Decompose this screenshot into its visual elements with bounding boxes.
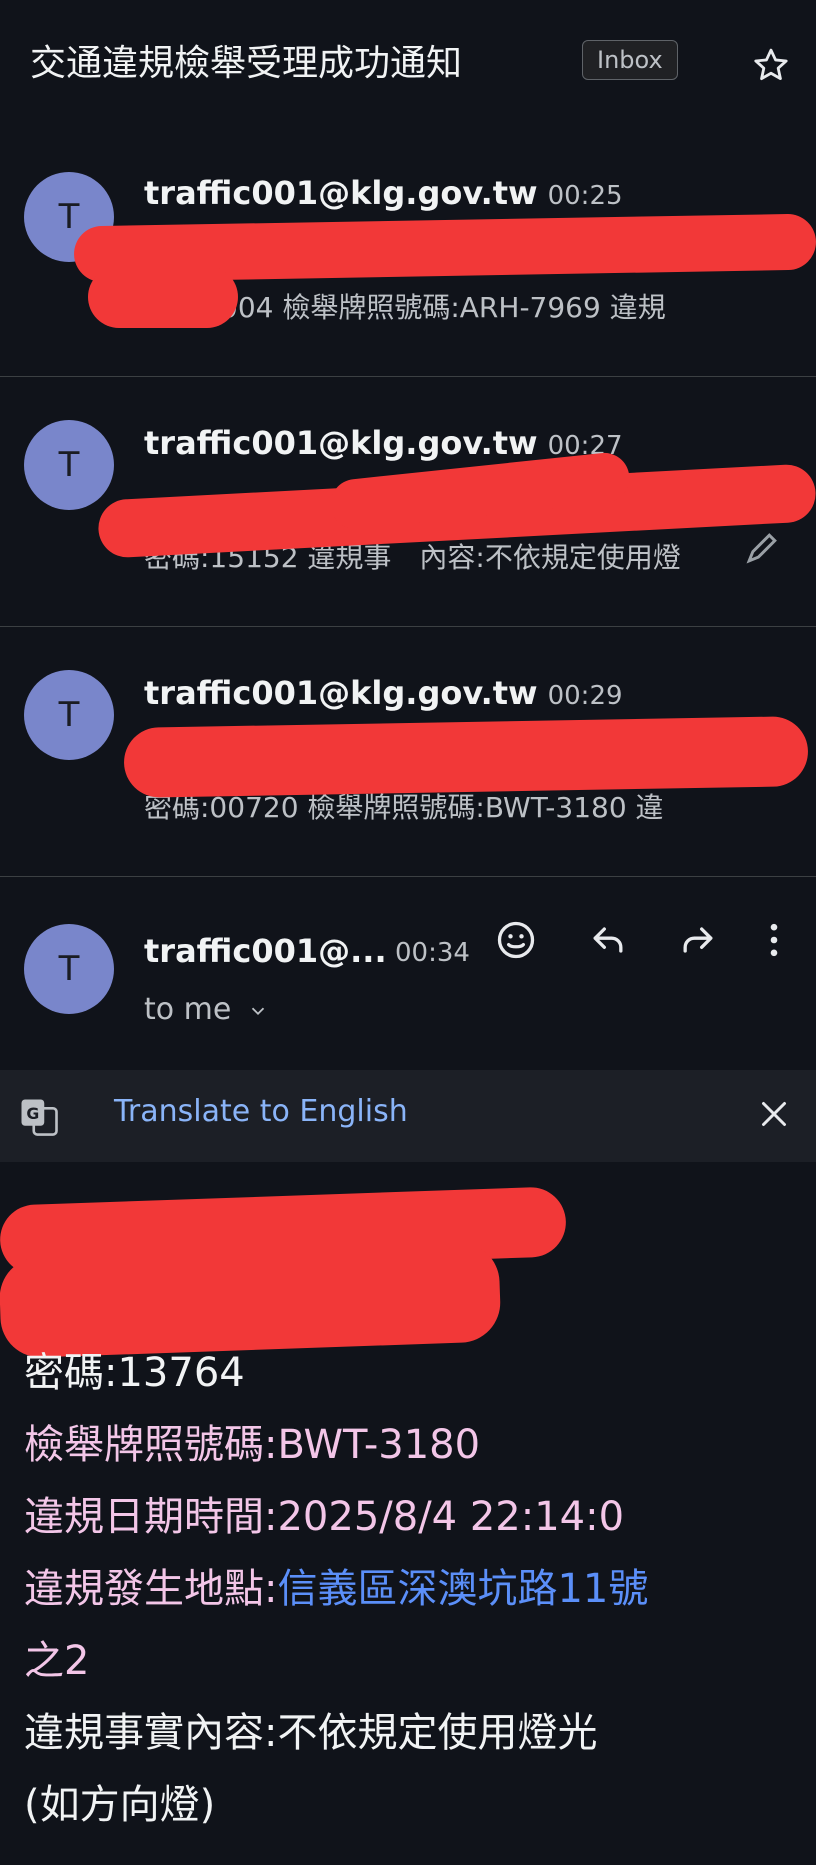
datetime-value: 2025/8/4 22:14:0 bbox=[277, 1494, 625, 1540]
datetime-line: 違規日期時間:2025/8/4 22:14:0 bbox=[24, 1481, 624, 1553]
email-subject: 交通違規檢舉受理成功通知 bbox=[30, 43, 463, 84]
message-time: 00:29 bbox=[547, 681, 623, 711]
translate-bar: G Translate to English bbox=[0, 1070, 816, 1162]
sender-email: traffic001@klg.gov.tw bbox=[144, 174, 538, 212]
google-translate-icon: G bbox=[21, 1099, 58, 1136]
location-label: 違規發生地點: bbox=[24, 1566, 278, 1612]
close-icon[interactable] bbox=[756, 1096, 792, 1132]
sender-email: traffic001@klg.gov.tw bbox=[144, 424, 538, 462]
violation-fact-detail: (如方向燈) bbox=[24, 1782, 216, 1828]
sender-row: traffic001@klg.gov.tw 00:25 bbox=[144, 174, 623, 212]
chevron-down-icon bbox=[251, 1007, 265, 1015]
avatar: T bbox=[24, 670, 114, 760]
message-snippet: 004 檢舉牌照號碼:ARH-7969 違規 bbox=[220, 291, 666, 324]
location-line: 違規發生地點:信義區深澳坑路11號 bbox=[24, 1553, 648, 1625]
plate-line: 檢舉牌照號碼:BWT-3180 bbox=[24, 1409, 480, 1481]
avatar: T bbox=[24, 924, 114, 1014]
avatar: T bbox=[24, 420, 114, 510]
location-continuation: 之2 bbox=[24, 1638, 90, 1684]
redaction-mark bbox=[123, 716, 809, 798]
forward-icon[interactable] bbox=[676, 918, 720, 962]
collapsed-message-3[interactable]: T traffic001@klg.gov.tw 00:29 密碼:00720 檢舉… bbox=[0, 626, 816, 877]
expanded-message-header: T traffic001@... 00:34 to me bbox=[0, 880, 816, 1070]
emoji-icon[interactable] bbox=[494, 918, 538, 962]
sender-row: traffic001@klg.gov.tw 00:29 bbox=[144, 674, 623, 712]
sender-name[interactable]: traffic001@... bbox=[144, 932, 387, 970]
plate-number: BWT-3180 bbox=[277, 1422, 481, 1468]
plate-label: 檢舉牌照號碼: bbox=[24, 1422, 278, 1468]
recipient-details-toggle[interactable]: to me bbox=[144, 992, 269, 1027]
recipient-label: to me bbox=[144, 992, 232, 1027]
collapsed-message-1[interactable]: T traffic001@klg.gov.tw 00:25 004 檢舉牌照號碼:… bbox=[0, 126, 816, 377]
svg-text:G: G bbox=[26, 1104, 39, 1123]
datetime-label: 違規日期時間: bbox=[24, 1494, 278, 1540]
violation-fact-line: 違規事實內容:不依規定使用燈光 bbox=[24, 1710, 598, 1756]
translate-link[interactable]: Translate to English bbox=[114, 1094, 408, 1129]
star-icon[interactable] bbox=[750, 44, 792, 86]
sender-email: traffic001@klg.gov.tw bbox=[144, 674, 538, 712]
sender-row: traffic001@klg.gov.tw 00:27 bbox=[144, 424, 623, 462]
edit-icon[interactable] bbox=[740, 526, 784, 570]
password-line: 密碼:13764 bbox=[24, 1350, 245, 1396]
collapsed-message-2[interactable]: T traffic001@klg.gov.tw 00:27 密碼:15152 違規… bbox=[0, 376, 816, 627]
more-vert-icon[interactable] bbox=[752, 918, 796, 962]
inbox-label-badge[interactable]: Inbox bbox=[582, 40, 678, 80]
redaction-mark bbox=[88, 266, 238, 328]
reply-icon[interactable] bbox=[586, 918, 630, 962]
top-bar: 交通違規檢舉受理成功通知 Inbox bbox=[0, 0, 816, 135]
message-time: 00:34 bbox=[395, 938, 470, 968]
message-time: 00:25 bbox=[547, 181, 623, 211]
location-link[interactable]: 信義區深澳坑路11號 bbox=[277, 1566, 648, 1612]
